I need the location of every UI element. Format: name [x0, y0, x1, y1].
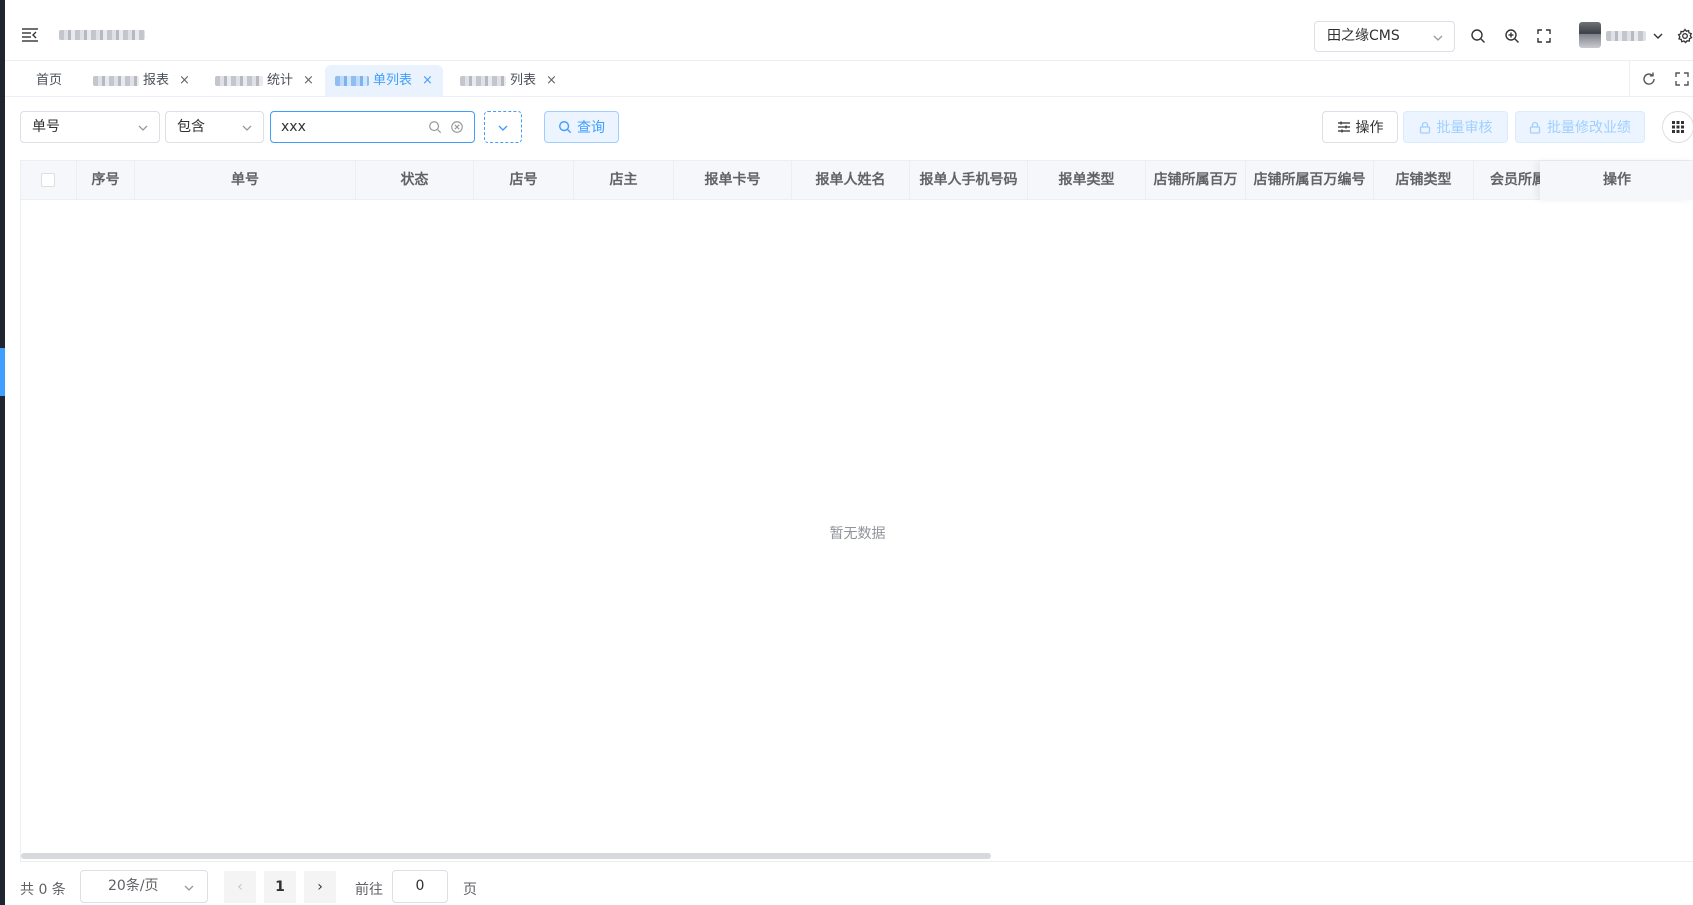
- batch-edit-label: 批量修改业绩: [1547, 120, 1631, 136]
- data-table: 序号 单号 状态 店号 店主 报单卡号 报单人姓名 报单人手机号码 报单类型 店…: [20, 160, 1693, 862]
- tab-home[interactable]: 首页: [26, 65, 72, 97]
- column-header: 报单人姓名: [792, 161, 910, 200]
- batch-review-button[interactable]: 批量审核: [1403, 111, 1508, 143]
- column-header: 状态: [356, 161, 474, 200]
- column-header: 会员所属: [1474, 161, 1544, 200]
- close-icon[interactable]: ×: [422, 65, 433, 97]
- column-header-actions: 操作: [1540, 161, 1693, 200]
- chevron-down-icon: [1433, 35, 1443, 41]
- batch-edit-performance-button[interactable]: 批量修改业绩: [1515, 111, 1645, 143]
- page-size-value: 20条/页: [108, 878, 159, 894]
- tab-bar: 首页 报表 × 统计 × 单列表 × 列表 ×: [5, 61, 1693, 97]
- column-header: 报单类型: [1028, 161, 1146, 200]
- column-header: 报单人手机号码: [910, 161, 1028, 200]
- tab-list[interactable]: 列表 ×: [450, 65, 567, 97]
- system-select-value: 田之缘CMS: [1327, 28, 1400, 44]
- tab-label: 统计: [267, 73, 294, 88]
- column-header: 店主: [574, 161, 674, 200]
- chevron-down-icon: [242, 125, 252, 131]
- close-icon[interactable]: ×: [303, 65, 314, 97]
- page-number[interactable]: 1: [264, 871, 296, 903]
- operator-select[interactable]: 包含: [165, 111, 264, 143]
- search-input[interactable]: xxx: [270, 111, 475, 143]
- user-name[interactable]: [1606, 31, 1646, 41]
- tab-stats[interactable]: 统计 ×: [205, 65, 324, 97]
- page-unit-label: 页: [463, 882, 477, 898]
- column-header: 报单卡号: [674, 161, 792, 200]
- tab-label: 列表: [510, 73, 537, 88]
- gear-icon[interactable]: [1677, 28, 1693, 44]
- tab-label: 首页: [36, 73, 63, 88]
- chevron-down-icon: [498, 125, 508, 131]
- chevron-down-icon: [184, 885, 194, 891]
- search-icon[interactable]: [428, 120, 442, 134]
- select-all-checkbox[interactable]: [41, 173, 55, 187]
- horizontal-scrollbar[interactable]: [21, 853, 991, 859]
- operation-button-label: 操作: [1355, 120, 1384, 136]
- lock-icon: [1529, 121, 1541, 134]
- query-button-label: 查询: [577, 120, 605, 136]
- tab-label: 单列表: [373, 73, 413, 88]
- search-icon: [559, 121, 572, 134]
- field-select-value: 单号: [32, 119, 60, 135]
- maximize-icon[interactable]: [1674, 71, 1690, 87]
- breadcrumb: [59, 30, 145, 40]
- top-header: 田之缘CMS: [5, 0, 1693, 61]
- tab-label-blurred: [335, 76, 369, 86]
- lock-icon: [1419, 121, 1430, 134]
- search-icon[interactable]: [1470, 28, 1486, 44]
- filter-bar: 单号 包含 xxx 查询 操作 批量审核 批量修改业绩: [5, 102, 1693, 150]
- fullscreen-icon[interactable]: [1536, 28, 1552, 44]
- goto-page-input[interactable]: 0: [392, 870, 448, 903]
- tab-order-list[interactable]: 单列表 ×: [325, 65, 443, 97]
- sliders-icon: [1337, 121, 1350, 133]
- expand-filter-button[interactable]: [484, 111, 522, 143]
- next-page-button[interactable]: ›: [304, 871, 336, 903]
- column-header: 单号: [135, 161, 356, 200]
- total-count: 共 0 条: [20, 882, 66, 898]
- operator-select-value: 包含: [177, 119, 205, 135]
- page-size-select[interactable]: 20条/页: [80, 870, 208, 903]
- column-header: 店号: [474, 161, 574, 200]
- search-input-value: xxx: [281, 119, 306, 135]
- tab-label-blurred: [215, 76, 263, 86]
- close-icon[interactable]: ×: [546, 65, 557, 97]
- chevron-down-icon: [138, 125, 148, 131]
- column-header: 店铺所属百万编号: [1246, 161, 1374, 200]
- tab-label-blurred: [93, 76, 139, 86]
- empty-state: 暂无数据: [829, 526, 886, 542]
- field-select[interactable]: 单号: [20, 111, 160, 143]
- batch-review-label: 批量审核: [1436, 120, 1493, 136]
- tab-report[interactable]: 报表 ×: [83, 65, 200, 97]
- query-button[interactable]: 查询: [544, 111, 619, 143]
- column-header: 店铺类型: [1374, 161, 1474, 200]
- column-header: 序号: [77, 161, 135, 200]
- pagination: 共 0 条 20条/页 ‹ 1 › 前往 0 页: [20, 870, 620, 903]
- avatar[interactable]: [1579, 22, 1601, 48]
- user-menu-chevron-icon[interactable]: [1652, 30, 1664, 42]
- clear-icon[interactable]: [450, 120, 464, 134]
- table-header: 序号 单号 状态 店号 店主 报单卡号 报单人姓名 报单人手机号码 报单类型 店…: [21, 161, 1693, 200]
- grid-icon: [1672, 121, 1684, 133]
- tab-label: 报表: [143, 73, 170, 88]
- system-select[interactable]: 田之缘CMS: [1314, 21, 1455, 52]
- close-icon[interactable]: ×: [179, 65, 190, 97]
- operation-button[interactable]: 操作: [1322, 111, 1398, 143]
- column-settings-button[interactable]: [1662, 111, 1693, 143]
- prev-page-button[interactable]: ‹: [224, 871, 256, 903]
- tab-label-blurred: [460, 76, 506, 86]
- tab-tools: [1629, 61, 1693, 97]
- column-header: 店铺所属百万: [1146, 161, 1246, 200]
- goto-label: 前往: [355, 882, 383, 898]
- sidebar-active-marker: [0, 348, 5, 396]
- zoom-in-icon[interactable]: [1504, 28, 1520, 44]
- menu-fold-icon[interactable]: [21, 27, 39, 43]
- refresh-icon[interactable]: [1641, 71, 1657, 87]
- column-select-all: [21, 161, 77, 200]
